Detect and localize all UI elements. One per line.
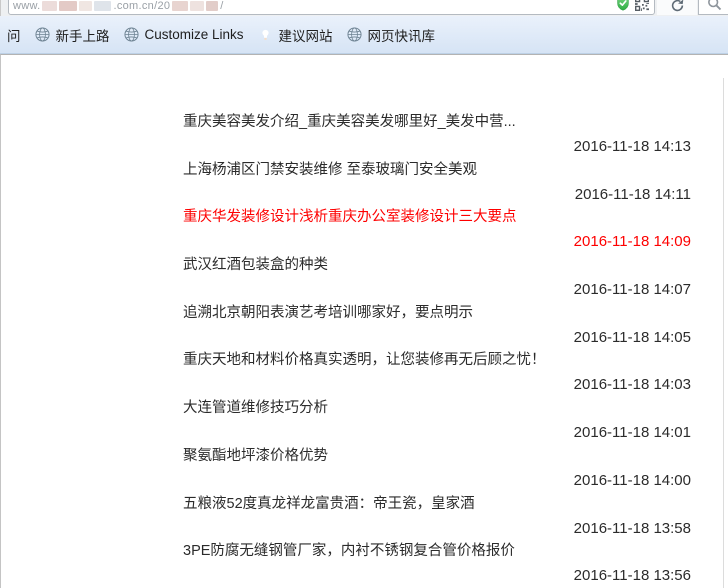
lightbulb-icon: [258, 27, 273, 42]
favorites-item[interactable]: 网页快讯库: [341, 16, 444, 53]
browser-toolbar: www. .com.cn/20 /: [0, 0, 728, 16]
article-title-link[interactable]: 追溯北京朝阳表演艺考培训哪家好，要点明示: [183, 304, 691, 322]
article-timestamp: 2016-11-18 14:09: [183, 233, 691, 251]
refresh-icon: [670, 0, 685, 13]
scrollbar-edge[interactable]: [723, 78, 724, 588]
browser-window: { "colors": { "highlight_red": "#fe0000"…: [0, 0, 728, 588]
article-title-link[interactable]: 武汉红酒包装盒的种类: [183, 256, 691, 274]
article-timestamp: 2016-11-18 13:56: [183, 567, 691, 585]
url-suffix: /: [220, 0, 223, 12]
favorites-item-label: Customize Links: [145, 27, 244, 42]
article-timestamp: 2016-11-18 13:58: [183, 520, 691, 538]
favorites-item-label: 网页快讯库: [368, 25, 436, 45]
refresh-button[interactable]: [657, 0, 697, 15]
article-item: 3PE防腐无缝钢管厂家，内衬不锈钢复合管价格报价 2016-11-18 13:5…: [183, 542, 691, 588]
article-title-link[interactable]: 上海杨浦区门禁安装维修 至泰玻璃门安全美观: [183, 161, 691, 179]
article-timestamp: 2016-11-18 14:11: [183, 186, 691, 204]
article-timestamp: 2016-11-18 14:05: [183, 329, 691, 347]
favorites-item[interactable]: 新手上路: [29, 16, 118, 53]
globe-icon: [35, 27, 50, 42]
article-timestamp: 2016-11-18 14:03: [183, 376, 691, 394]
article-item: 重庆美容美发介绍_重庆美容美发哪里好_美发中营... 2016-11-18 14…: [183, 113, 691, 161]
address-bar[interactable]: www. .com.cn/20 /: [8, 0, 655, 15]
article-timestamp: 2016-11-18 14:01: [183, 424, 691, 442]
url-mid: .com.cn/20: [113, 0, 170, 12]
article-title-link[interactable]: 聚氨酯地坪漆价格优势: [183, 447, 691, 465]
redaction-block: [59, 1, 77, 11]
article-list: 重庆美容美发介绍_重庆美容美发哪里好_美发中营... 2016-11-18 14…: [183, 113, 691, 588]
url-prefix: www.: [13, 0, 40, 12]
redaction-block: [79, 1, 92, 11]
redaction-block: [42, 1, 57, 11]
favorites-bar: 问: [0, 16, 728, 54]
globe-icon: [347, 27, 362, 42]
redaction-block: [94, 1, 111, 11]
article-title-link[interactable]: 大连管道维修技巧分析: [183, 399, 691, 417]
article-item: 上海杨浦区门禁安装维修 至泰玻璃门安全美观 2016-11-18 14:11: [183, 161, 691, 209]
article-title-link[interactable]: 重庆美容美发介绍_重庆美容美发哪里好_美发中营...: [183, 113, 691, 131]
article-item: 武汉红酒包装盒的种类 2016-11-18 14:07: [183, 256, 691, 304]
favorites-item[interactable]: 建议网站: [252, 16, 341, 53]
redaction-block: [172, 1, 188, 11]
favorites-item[interactable]: 问: [1, 16, 29, 53]
article-title-link[interactable]: 重庆华发装修设计浅析重庆办公室装修设计三大要点: [183, 208, 691, 226]
search-box[interactable]: [698, 0, 728, 15]
article-title-link[interactable]: 重庆天地和材料价格真实透明，让您装修再无后顾之忧！: [183, 351, 691, 369]
article-timestamp: 2016-11-18 14:07: [183, 281, 691, 299]
article-timestamp: 2016-11-18 14:13: [183, 138, 691, 156]
article-title-link[interactable]: 五粮液52度真龙祥龙富贵酒：帝王瓷，皇家酒: [183, 495, 691, 513]
address-bar-icons: [616, 0, 649, 11]
globe-icon: [124, 27, 139, 42]
article-item: 五粮液52度真龙祥龙富贵酒：帝王瓷，皇家酒 2016-11-18 13:58: [183, 495, 691, 543]
article-item: 聚氨酯地坪漆价格优势 2016-11-18 14:00: [183, 447, 691, 495]
search-icon: [707, 0, 722, 11]
redaction-block: [190, 1, 204, 11]
article-item: 追溯北京朝阳表演艺考培训哪家好，要点明示 2016-11-18 14:05: [183, 304, 691, 352]
qr-code-icon[interactable]: [635, 0, 649, 11]
article-item: 重庆华发装修设计浅析重庆办公室装修设计三大要点 2016-11-18 14:09: [183, 208, 691, 256]
article-item: 大连管道维修技巧分析 2016-11-18 14:01: [183, 399, 691, 447]
article-title-link[interactable]: 3PE防腐无缝钢管厂家，内衬不锈钢复合管价格报价: [183, 542, 691, 560]
article-timestamp: 2016-11-18 14:00: [183, 472, 691, 490]
favorites-item[interactable]: Customize Links: [118, 16, 252, 53]
favorites-item-label: 新手上路: [56, 25, 110, 45]
page-content: 重庆美容美发介绍_重庆美容美发哪里好_美发中营... 2016-11-18 14…: [0, 54, 728, 588]
redaction-block: [206, 1, 218, 11]
favorites-item-label: 问: [7, 25, 21, 45]
security-shield-icon[interactable]: [616, 0, 630, 11]
favorites-item-label: 建议网站: [279, 25, 333, 45]
url-text: www. .com.cn/20 /: [13, 0, 224, 12]
article-item: 重庆天地和材料价格真实透明，让您装修再无后顾之忧！ 2016-11-18 14:…: [183, 351, 691, 399]
